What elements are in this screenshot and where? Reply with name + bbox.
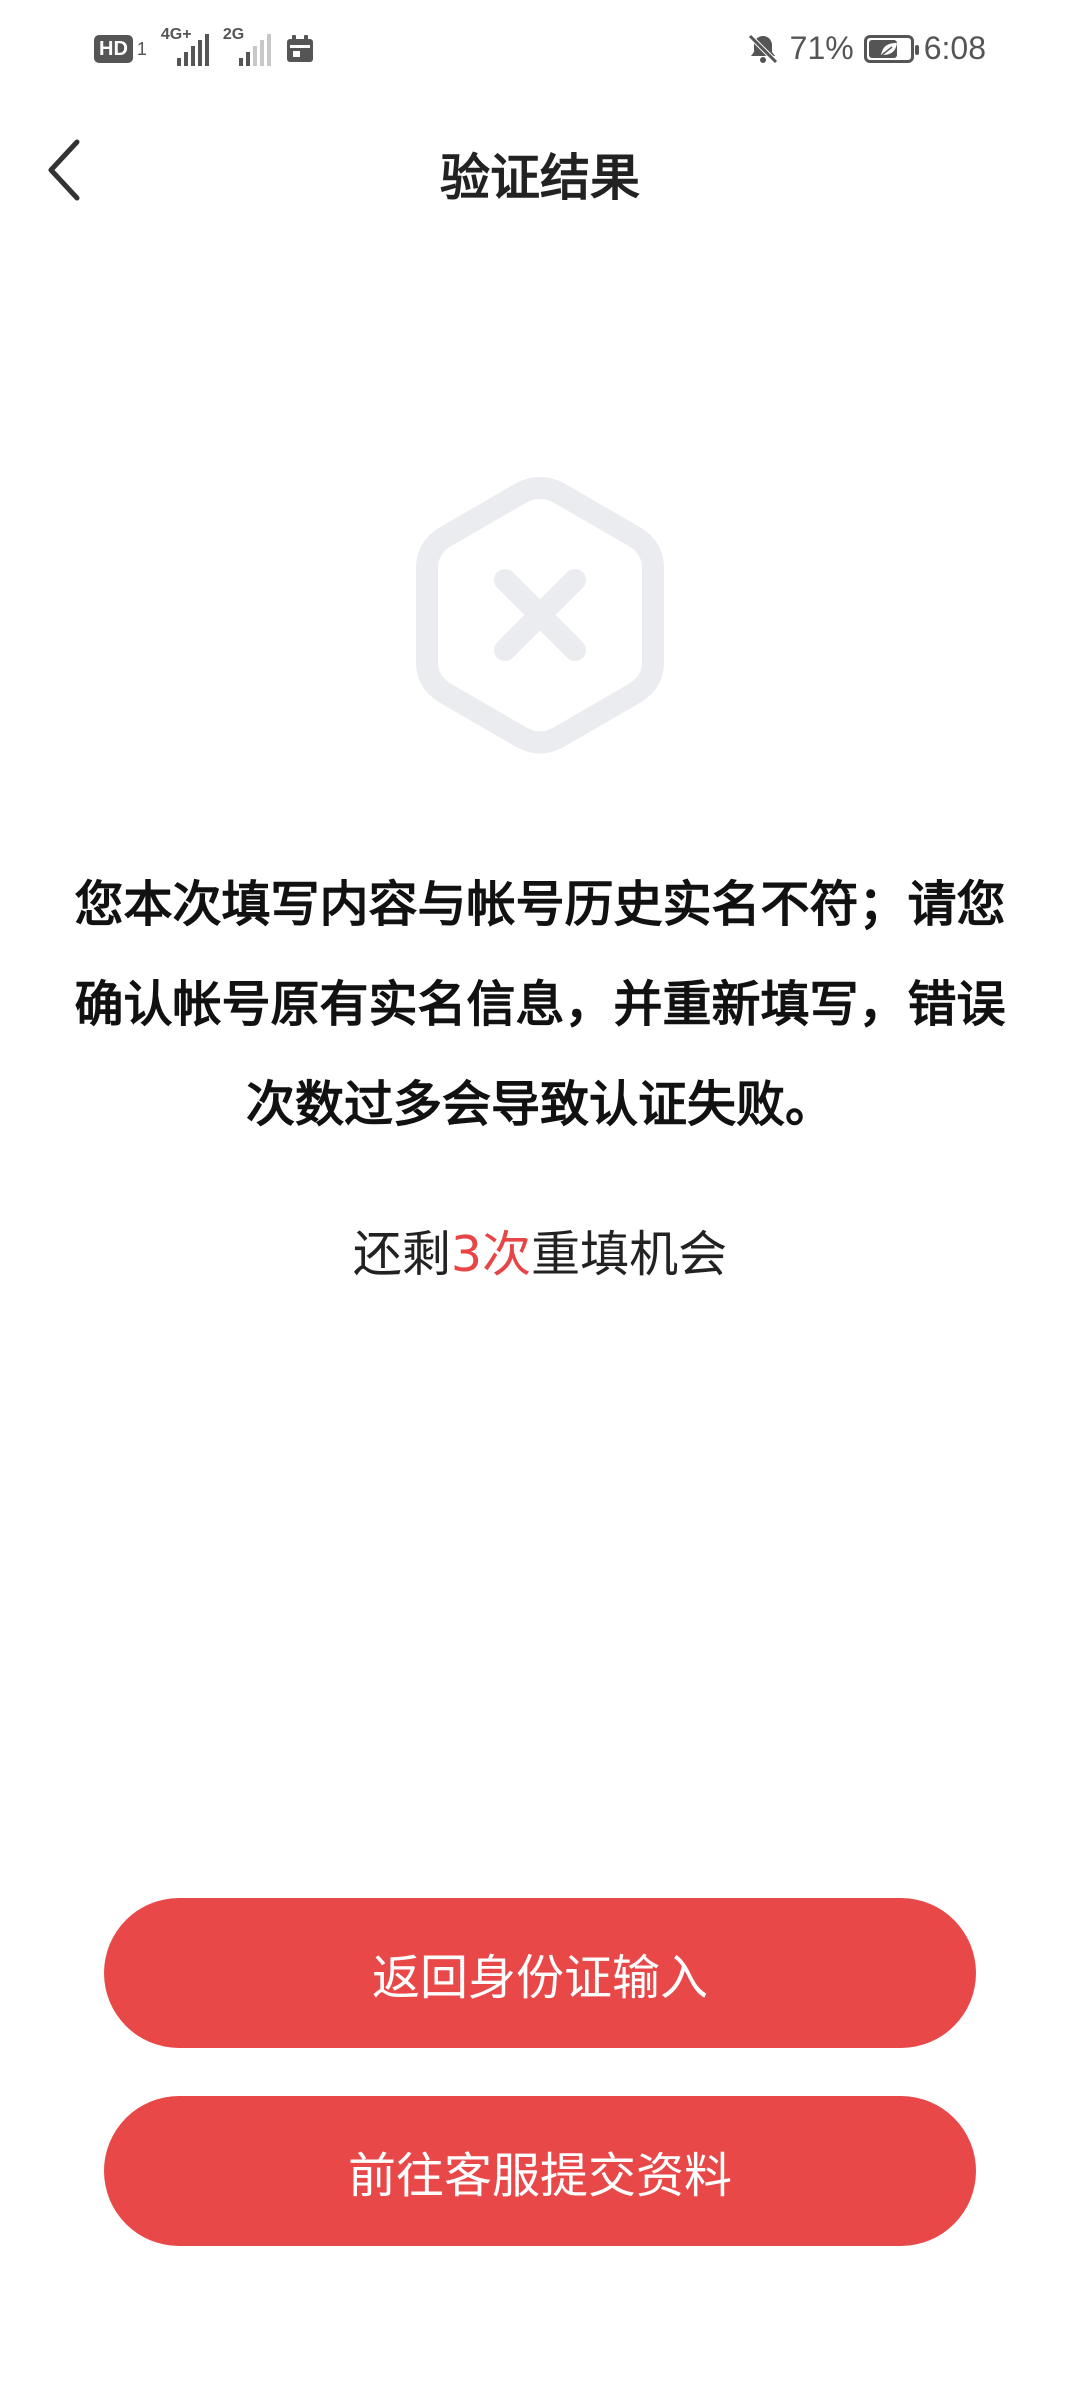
- network-type-1: 4G+: [160, 26, 192, 43]
- page-title: 验证结果: [440, 149, 640, 207]
- sim1-number: 1: [136, 38, 147, 59]
- signal-sim2: 2G: [223, 26, 271, 66]
- signal-sim1: 4G+: [161, 26, 209, 66]
- battery-percent: 71%: [789, 30, 854, 66]
- network-type-2: 2G: [222, 26, 245, 43]
- hd-badge: HD: [94, 35, 133, 63]
- status-bar: HD 1 4G+ 2G 71% 6:08: [0, 0, 1080, 110]
- verification-result-screen: HD 1 4G+ 2G 71% 6:08 验证结果 您本次填写内容与帐号历史实名…: [0, 0, 1080, 2400]
- result-message: 您本次填写内容与帐号历史实名不符；请您确认帐号原有实名信息，并重新填写，错误次数…: [74, 876, 1006, 1133]
- remaining-count: 3次: [450, 1226, 532, 1283]
- status-left: HD 1 4G+ 2G: [94, 26, 315, 66]
- remaining-prefix: 还剩: [352, 1226, 451, 1283]
- bell-muted-icon: [747, 33, 778, 64]
- leaf-icon: [880, 42, 897, 56]
- remaining-suffix: 重填机会: [531, 1226, 728, 1283]
- nav-header: 验证结果: [0, 110, 1080, 230]
- status-right: 71% 6:08: [746, 30, 986, 67]
- return-to-id-input-button[interactable]: 返回身份证输入: [104, 1898, 976, 2048]
- error-hexagon-icon: [416, 477, 664, 754]
- calendar-icon: [286, 35, 313, 62]
- remaining-attempts: 还剩3次重填机会: [0, 1215, 1080, 1286]
- submit-to-customer-service-button[interactable]: 前往客服提交资料: [104, 2096, 976, 2246]
- clock-time: 6:08: [923, 30, 986, 66]
- battery-icon: [863, 34, 919, 63]
